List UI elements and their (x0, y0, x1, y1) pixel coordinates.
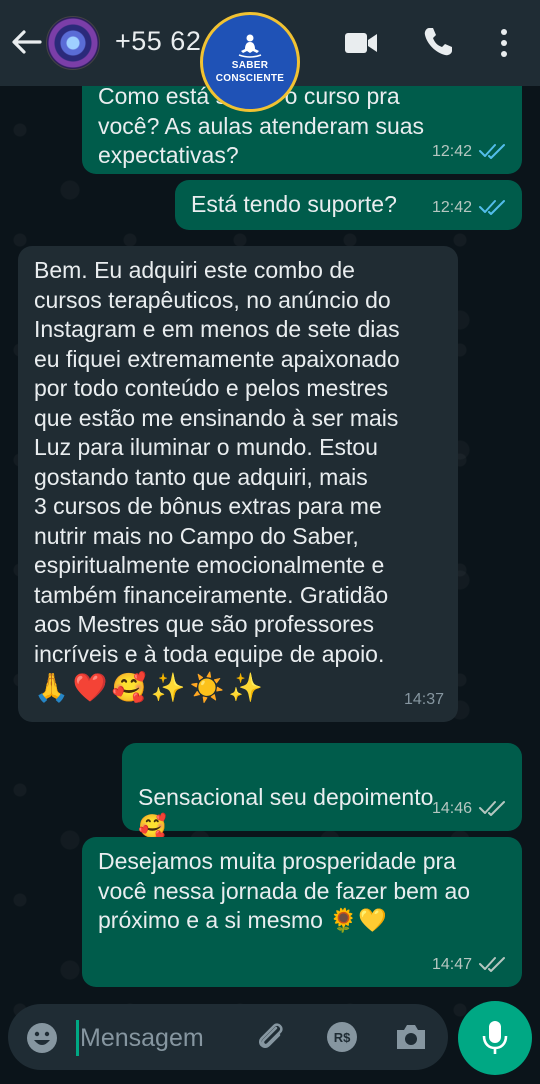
emoji-icon[interactable] (26, 1022, 58, 1054)
yellow-heart-emoji: 💛 (358, 907, 387, 933)
badge-line-1: SABER (231, 60, 269, 71)
red-heart-emoji: ❤️ (72, 672, 108, 703)
avatar[interactable] (46, 16, 100, 70)
emoji-row: 🙏 ❤️ 🥰 ✨ ☀️ ✨ (34, 671, 442, 705)
sun-emoji: ☀️ (189, 672, 225, 703)
folded-hands-emoji: 🙏 (34, 672, 69, 703)
smiling-face-with-hearts-emoji: 🥰 (111, 672, 147, 703)
message-text-block: Desejamos muita prosperidade pra você ne… (98, 847, 506, 936)
message-time: 12:42 (431, 142, 472, 160)
video-call-icon[interactable] (344, 30, 378, 56)
saber-consciente-logo-badge: SABER CONSCIENTE (200, 12, 300, 112)
smiling-face-with-hearts-emoji: 🥰 (138, 813, 167, 839)
message-meta: 12:42 (432, 137, 508, 167)
voice-call-icon[interactable] (422, 26, 454, 58)
badge-line-2: CONSCIENTE (215, 73, 285, 84)
message-bubble-outgoing[interactable]: Desejamos muita prosperidade pra você ne… (82, 837, 522, 987)
sparkles-emoji: ✨ (150, 672, 186, 703)
attach-icon[interactable] (254, 1020, 288, 1054)
sparkles-emoji: ✨ (228, 672, 264, 703)
payment-icon[interactable]: R$ (326, 1021, 358, 1053)
meditation-icon (238, 34, 262, 58)
voice-message-button[interactable] (458, 1001, 532, 1075)
text-caret (76, 1020, 79, 1056)
message-time: 14:46 (431, 799, 472, 817)
message-composer: R$ (8, 1004, 448, 1070)
message-input[interactable] (80, 1018, 230, 1058)
message-meta: 14:47 (432, 950, 508, 980)
more-options-icon[interactable] (498, 28, 510, 58)
message-text: Bem. Eu adquiri este combo de cursos ter… (34, 257, 400, 667)
message-bubble-outgoing[interactable]: Está tendo suporte? 12:42 (175, 180, 522, 230)
message-text: Sensacional seu depoimento (138, 783, 434, 810)
delivered-ticks-icon (479, 801, 505, 817)
back-arrow-icon[interactable] (10, 28, 42, 56)
mic-icon (482, 1021, 508, 1054)
read-ticks-icon (479, 200, 505, 216)
message-bubble-incoming[interactable]: Bem. Eu adquiri este combo de cursos ter… (18, 246, 458, 722)
message-text: Desejamos muita prosperidade pra você ne… (98, 848, 471, 933)
sunflower-emoji: 🌻 (329, 907, 358, 933)
message-time: 12:42 (431, 198, 472, 216)
camera-icon[interactable] (394, 1022, 428, 1052)
message-meta: 14:37 (404, 685, 444, 715)
message-meta: 12:42 (432, 193, 508, 223)
message-time: 14:37 (403, 690, 444, 708)
message-meta: 14:46 (432, 794, 508, 824)
read-ticks-icon (479, 144, 505, 160)
message-bubble-outgoing[interactable]: Sensacional seu depoimento 🥰 14:46 (122, 743, 522, 839)
delivered-ticks-icon (479, 957, 505, 973)
message-time: 14:47 (431, 955, 472, 973)
svg-text:R$: R$ (334, 1030, 351, 1045)
